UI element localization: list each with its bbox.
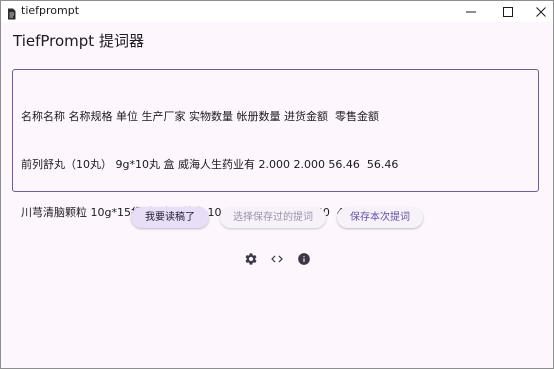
settings-icon[interactable]: [243, 251, 259, 267]
close-icon[interactable]: [526, 1, 553, 22]
minimize-icon[interactable]: [456, 1, 486, 22]
prompt-textarea[interactable]: 名称名称 名称规格 单位 生产厂家 实物数量 帐册数量 进货金额 零售金额 前列…: [12, 69, 539, 219]
info-icon[interactable]: [296, 251, 312, 267]
app-title: TiefPrompt 提词器: [13, 32, 144, 50]
maximize-icon[interactable]: [493, 1, 523, 22]
prompt-line: 前列舒丸（10丸） 9g*10丸 盒 威海人生药业有 2.000 2.000 5…: [21, 158, 399, 171]
code-icon[interactable]: [269, 251, 285, 267]
save-prompt-button[interactable]: 保存本次提词: [337, 207, 423, 228]
select-saved-prompt-button[interactable]: 选择保存过的提词: [220, 207, 326, 228]
title-bar: tiefprompt: [1, 1, 553, 22]
prompt-line: 名称名称 名称规格 单位 生产厂家 实物数量 帐册数量 进货金额 零售金额: [21, 110, 379, 123]
window-title: tiefprompt: [21, 4, 80, 17]
read-done-button[interactable]: 我要读稿了: [131, 207, 209, 228]
app-window: tiefprompt TiefPrompt 提词器 名称名称 名称规格 单位 生…: [0, 0, 554, 369]
app-document-icon: [7, 5, 16, 20]
